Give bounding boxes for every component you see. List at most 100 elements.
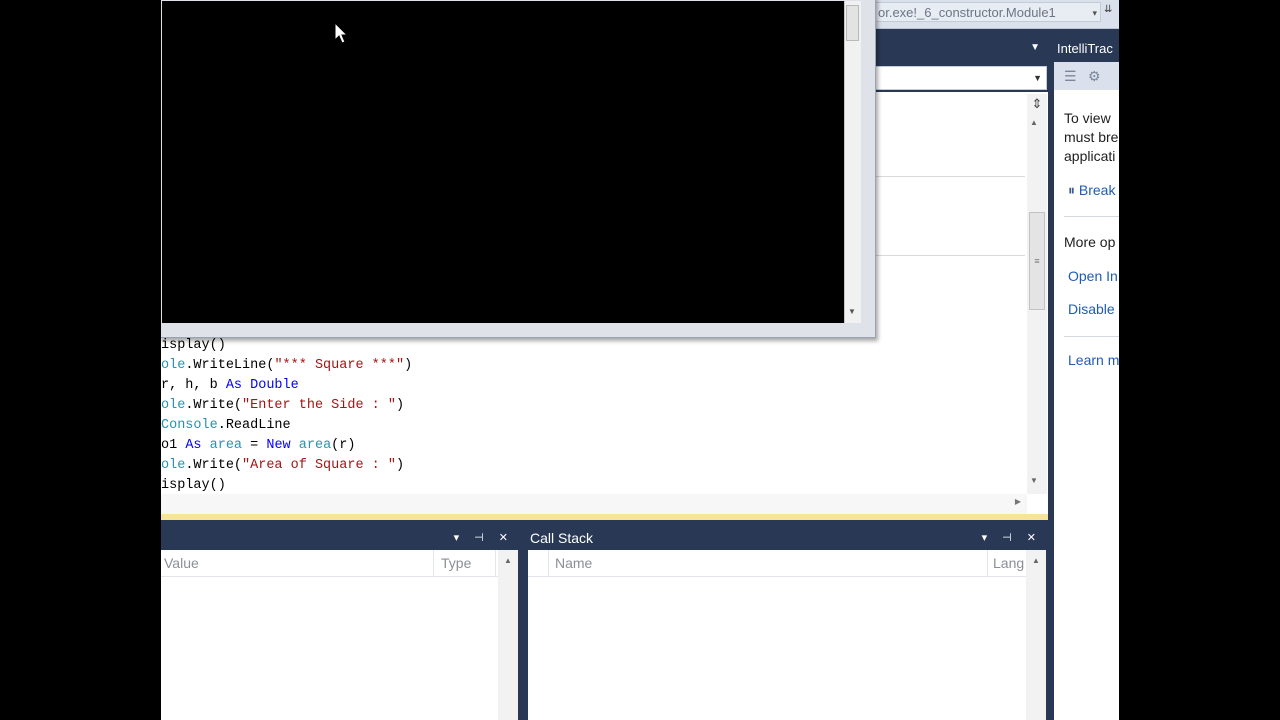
list-icon[interactable]: ☰ bbox=[1064, 68, 1077, 85]
call-stack-titlebar: Call Stack ▾ ⊣ ✕ bbox=[528, 526, 1046, 550]
intellitrace-message: applicati bbox=[1064, 148, 1116, 164]
code-token: (r) bbox=[331, 438, 356, 453]
more-options-heading: More op bbox=[1064, 234, 1116, 250]
learn-more-link[interactable]: Learn m bbox=[1068, 352, 1119, 368]
disable-link[interactable]: Disable bbox=[1068, 301, 1115, 317]
intellitrace-toolbar: ☰ ⚙ bbox=[1054, 62, 1119, 90]
call-stack-panel: Call Stack ▾ ⊣ ✕ Name Lang ▲ bbox=[528, 526, 1046, 720]
type-navigation-combo[interactable]: or.exe!_6_constructor.Module1 ▾ bbox=[873, 2, 1101, 22]
call-stack-header: Name Lang bbox=[528, 550, 1046, 577]
intellitrace-title: IntelliTrac bbox=[1054, 38, 1119, 60]
column-divider bbox=[987, 550, 988, 576]
code-token: isplay() bbox=[161, 338, 226, 353]
column-header-language[interactable]: Lang bbox=[993, 550, 1024, 576]
code-line[interactable]: Console.ReadLine bbox=[161, 416, 412, 436]
grip-icon: ≡ bbox=[1034, 256, 1040, 266]
chevron-down-icon[interactable]: ▼ bbox=[1033, 73, 1042, 83]
column-divider bbox=[433, 550, 434, 576]
code-token: isplay() bbox=[161, 478, 226, 493]
settings-icon[interactable]: ⚙ bbox=[1088, 68, 1101, 85]
call-stack-scrollbar[interactable]: ▲ bbox=[1026, 550, 1046, 720]
code-token: ) bbox=[395, 398, 405, 413]
console-window[interactable]: ▼ bbox=[161, 0, 876, 338]
scroll-up-icon[interactable]: ▲ bbox=[504, 556, 512, 565]
code-token: ole bbox=[161, 398, 186, 413]
open-intellitrace-link[interactable]: Open In bbox=[1068, 268, 1118, 284]
editor-horizontal-scrollbar[interactable]: ▶ bbox=[161, 494, 1027, 514]
break-all-label: Break bbox=[1078, 182, 1116, 198]
intellitrace-message: must bre bbox=[1064, 129, 1119, 145]
visual-studio-window: or.exe!_6_constructor.Module1 ▾ ⇊ ▼ ▼ ⇕ … bbox=[161, 0, 1119, 720]
code-line[interactable]: ole.Write("Area of Square : ") bbox=[161, 456, 412, 476]
column-header-type[interactable]: Type bbox=[441, 550, 471, 576]
code-token: "Enter the Side : " bbox=[242, 398, 396, 413]
editor-divider bbox=[873, 255, 1025, 256]
code-line[interactable]: isplay() bbox=[161, 476, 412, 496]
divider bbox=[1064, 336, 1119, 337]
code-token: o1 bbox=[161, 438, 186, 453]
code-token: ) bbox=[404, 358, 413, 373]
code-token: ole bbox=[161, 358, 186, 373]
code-token: r, h, b bbox=[161, 378, 226, 393]
code-token: Double bbox=[250, 378, 299, 393]
call-stack-title: Call Stack bbox=[530, 530, 594, 546]
mouse-cursor-icon bbox=[334, 22, 349, 44]
code-token: .Write( bbox=[185, 398, 243, 413]
column-header-value[interactable]: Value bbox=[164, 550, 199, 576]
console-output[interactable] bbox=[162, 1, 844, 323]
panel-window-controls[interactable]: ▾ ⊣ ✕ bbox=[982, 526, 1042, 550]
editor-divider bbox=[873, 176, 1025, 177]
type-navigation-text: or.exe!_6_constructor.Module1 bbox=[878, 5, 1056, 20]
chevron-down-icon[interactable]: ▼ bbox=[1030, 42, 1040, 53]
code-token: "Area of Square : " bbox=[242, 458, 396, 473]
code-line[interactable]: ole.Write("Enter the Side : ") bbox=[161, 396, 412, 416]
code-token: As bbox=[185, 438, 202, 453]
code-token: "*** Square ***" bbox=[274, 358, 405, 373]
scroll-down-icon[interactable]: ▼ bbox=[1030, 476, 1038, 485]
code-token: As bbox=[225, 378, 243, 393]
code-token: .WriteLine( bbox=[185, 358, 275, 373]
code-token: ) bbox=[395, 458, 405, 473]
code-lines[interactable]: isplay() ole.WriteLine("*** Square ***") r… bbox=[161, 336, 412, 496]
code-token: New bbox=[266, 438, 291, 453]
chevron-down-icon[interactable]: ▾ bbox=[1092, 3, 1097, 21]
code-line[interactable]: ole.WriteLine("*** Square ***") bbox=[161, 356, 412, 376]
scroll-up-icon[interactable]: ▲ bbox=[1030, 118, 1038, 127]
overflow-icon[interactable]: ⇊ bbox=[1104, 4, 1116, 20]
code-token: area bbox=[209, 438, 243, 453]
pause-icon: ⏸ bbox=[1068, 182, 1075, 198]
intellitrace-message: To view bbox=[1064, 110, 1111, 126]
locals-panel-titlebar: ▾ ⊣ ✕ bbox=[161, 526, 518, 550]
code-line[interactable]: o1 As area = New area(r) bbox=[161, 436, 412, 456]
locals-panel: ▾ ⊣ ✕ Value Type ▲ bbox=[161, 526, 518, 720]
divider bbox=[1064, 216, 1119, 217]
members-dropdown[interactable]: ▼ bbox=[873, 66, 1047, 90]
code-token: area bbox=[298, 438, 332, 453]
code-token: .Write( bbox=[185, 458, 243, 473]
code-token: .ReadLine bbox=[217, 418, 291, 433]
column-divider bbox=[495, 550, 496, 576]
code-line[interactable]: isplay() bbox=[161, 336, 412, 356]
scroll-thumb[interactable] bbox=[846, 5, 859, 41]
code-token: ole bbox=[161, 458, 186, 473]
scroll-right-icon[interactable]: ▶ bbox=[1015, 497, 1021, 506]
code-token: Console bbox=[161, 418, 218, 433]
code-line[interactable]: r, h, b As Double bbox=[161, 376, 412, 396]
locals-scrollbar[interactable]: ▲ bbox=[498, 550, 518, 720]
code-token: = bbox=[242, 438, 267, 453]
editor-status-strip bbox=[161, 514, 1048, 520]
split-icon[interactable]: ⇕ bbox=[1030, 96, 1044, 112]
panel-window-controls[interactable]: ▾ ⊣ ✕ bbox=[454, 526, 514, 550]
scroll-down-icon[interactable]: ▼ bbox=[848, 307, 856, 316]
column-header-name[interactable]: Name bbox=[555, 550, 592, 576]
scroll-thumb[interactable]: ≡ bbox=[1029, 212, 1045, 310]
column-divider bbox=[528, 550, 549, 576]
console-scrollbar[interactable]: ▼ bbox=[844, 1, 861, 323]
intellitrace-pane: To view must bre applicati ⏸ Break More … bbox=[1054, 90, 1119, 720]
scroll-up-icon[interactable]: ▲ bbox=[1032, 556, 1040, 565]
locals-panel-header: Value Type bbox=[161, 550, 518, 577]
break-all-link[interactable]: ⏸ Break bbox=[1068, 182, 1115, 199]
